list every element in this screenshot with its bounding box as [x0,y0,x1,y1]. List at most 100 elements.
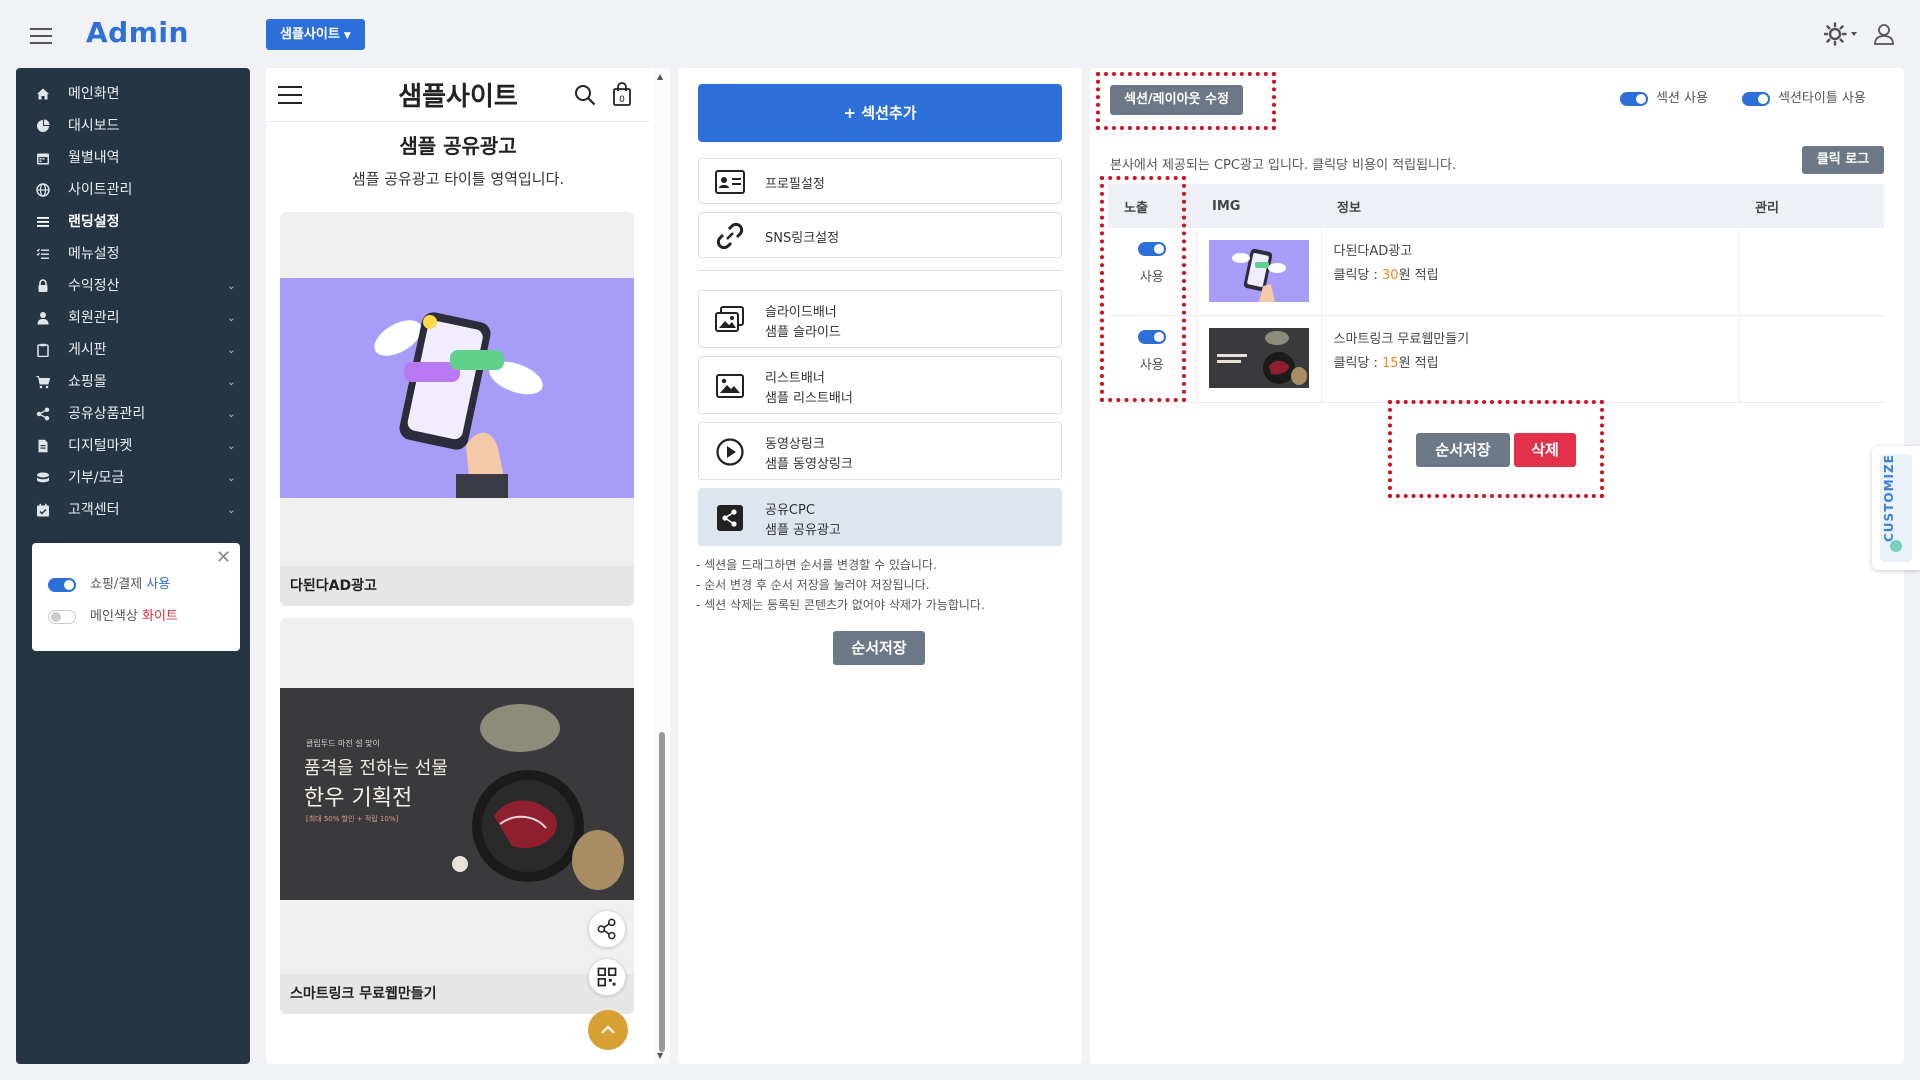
customize-dot-icon [1890,540,1902,552]
section-edit-panel: 섹션/레이아웃 수정 섹션 사용 섹션타이틀 사용 본사에서 제공되는 CPC광… [1090,68,1904,1064]
section-note: - 순서 변경 후 순서 저장을 눌러야 저장됩니다. [696,578,930,592]
settings-card: ✕ 쇼핑/결제 사용 메인색상 화이트 [32,543,240,651]
sidebar-item-revenue[interactable]: 수익정산 ⌄ [16,270,250,302]
section-item-shared-cpc[interactable]: 공유CPC 샘플 공유광고 [698,488,1062,546]
section-item-video-link[interactable]: 동영상링크 샘플 동영상링크 [698,422,1062,480]
section-use-label: 섹션 사용 [1656,91,1708,106]
section-item-profile[interactable]: 프로필설정 [698,158,1062,204]
preview-section-subtitle: 샘플 공유광고 타이틀 영역입니다. [351,170,565,188]
site-select-label: 샘플사이트 [280,27,340,42]
section-item-sns[interactable]: SNS링크설정 [698,212,1062,258]
highlight-annotation [1100,176,1186,402]
sidebar-item-shared-products[interactable]: 공유상품관리 ⌄ [16,398,250,430]
sidebar-item-board[interactable]: 게시판 ⌄ [16,334,250,366]
section-description: 본사에서 제공되는 CPC광고 입니다. 클릭당 비용이 적립됩니다. [1110,158,1457,173]
sidebar-item-digital-market[interactable]: 디지털마켓 ⌄ [16,430,250,462]
preview-header: 샘플사이트 0 [266,68,650,122]
section-item-title: 슬라이드배너 [765,305,837,320]
section-order-save-button[interactable]: 순서저장 [833,631,925,665]
close-icon[interactable]: ✕ [216,547,231,568]
image-icon [716,374,744,398]
shopping-payment-label: 쇼핑/결제 [90,577,147,592]
table-row[interactable]: 사용 다된다AD광고 클릭당 : 30원 적립 [1108,228,1884,316]
ad-card-label: 스마트링크 무료웹만들기 [280,974,634,1014]
sidebar-item-dashboard[interactable]: 대시보드 [16,110,250,142]
sidebar-item-members[interactable]: 회원관리 ⌄ [16,302,250,334]
preview-ad-card[interactable]: 클립투드 마전 설 맞이 품격을 전하는 선물 한우 기획전 [최대 50% 할… [280,618,634,1014]
click-log-button[interactable]: 클릭 로그 [1802,146,1884,174]
shopping-bag-icon[interactable]: 0 [612,82,632,106]
mobile-preview-panel: 샘플사이트 0 샘플 공유광고 샘플 공유광고 타이틀 영역입니다. 다된다AD… [266,68,670,1064]
section-item-subtitle: 샘플 공유광고 [765,523,841,538]
sidebar-item-landing[interactable]: 랜딩설정 [16,206,250,238]
section-item-slide-banner[interactable]: 슬라이드배너 샘플 슬라이드 [698,290,1062,348]
ad-reward: 클릭당 : 15원 적립 [1334,352,1727,376]
sidebar-item-monthly[interactable]: 월별내역 [16,142,250,174]
section-item-title: 동영상링크 [765,437,825,452]
main-color-toggle[interactable] [48,609,76,624]
ad-image-phone-illustration [280,278,634,498]
app-logo[interactable]: Admin [86,16,189,49]
chevron-down-icon: ⌄ [226,471,236,484]
cart-icon [36,376,50,389]
section-use-toggle[interactable] [1620,91,1648,106]
section-notes: - 섹션을 드래그하면 순서를 변경할 수 있습니다. - 순서 변경 후 순서… [696,555,985,615]
section-item-subtitle: 샘플 동영상링크 [765,457,853,472]
sidebar-item-label: 쇼핑몰 [68,374,107,390]
person-icon [37,312,49,325]
sidebar-item-label: 월별내역 [68,150,120,166]
section-item-list-banner[interactable]: 리스트배너 샘플 리스트배너 [698,356,1062,414]
sidebar-item-label: 공유상품관리 [68,406,146,422]
calendar-check-icon [37,503,49,517]
sidebar-item-label: 디지털마켓 [68,438,133,454]
top-bar: Admin 샘플사이트 ▼ [0,0,1920,66]
theme-sun-icon[interactable] [1824,22,1862,46]
reward-prefix: 클릭당 : [1333,268,1383,283]
sidebar-item-support[interactable]: 고객센터 ⌄ [16,494,250,526]
scroll-down-arrow-icon[interactable]: ▼ [657,1051,663,1060]
ad-title: 다된다AD광고 [1333,244,1413,259]
section-note: - 섹션 삭제는 등록된 콘텐츠가 없어야 삭제가 가능합니다. [696,598,985,612]
images-icon [715,306,744,332]
preview-scrollbar[interactable]: ▲ ▼ [654,68,670,1064]
manage-cell [1739,228,1884,316]
section-use-switch[interactable]: 섹션 사용 [1620,90,1708,108]
sidebar-item-label: 고객센터 [68,502,120,518]
table-row[interactable]: 사용 스마트링크 무료웹만들기 클릭당 : 15원 적립 [1108,315,1884,403]
qr-code-button[interactable] [588,958,626,996]
profile-card-icon [715,170,745,194]
section-title-use-switch[interactable]: 섹션타이틀 사용 [1742,90,1866,108]
share-button[interactable] [588,910,626,948]
sidebar-item-shop[interactable]: 쇼핑몰 ⌄ [16,366,250,398]
sidebar-item-label: 사이트관리 [68,182,133,198]
sidebar-item-label: 게시판 [68,342,107,358]
chevron-down-icon: ⌄ [226,343,236,356]
shopping-payment-toggle[interactable] [48,577,76,592]
scrollbar-thumb[interactable] [659,732,665,1052]
reward-amount: 30 [1382,268,1399,283]
list-check-icon [36,248,49,259]
preview-ad-card[interactable]: 다된다AD광고 [280,212,634,606]
pie-chart-icon [37,119,50,132]
coins-icon [37,472,49,483]
sidebar-item-menu[interactable]: 메뉴설정 [16,238,250,270]
add-section-button[interactable]: + 섹션추가 [698,84,1062,142]
clipboard-icon [37,343,49,357]
section-title-use-toggle[interactable] [1742,91,1770,106]
main-color-row: 메인색상 화이트 [48,607,178,627]
hamburger-icon[interactable] [30,28,52,44]
search-icon[interactable] [574,84,596,106]
sidebar-menu: 메인화면 대시보드 월별내역 사이트관리 랜딩설정 메뉴설정 수익정산 ⌄ 회원… [16,78,250,526]
sidebar-item-donation[interactable]: 기부/모금 ⌄ [16,462,250,494]
section-item-title: 프로필설정 [765,177,825,192]
sidebar-item-site[interactable]: 사이트관리 [16,174,250,206]
ad-thumbnail-phone [1208,240,1309,302]
sidebar-item-main[interactable]: 메인화면 [16,78,250,110]
user-icon[interactable] [1872,22,1896,46]
site-select-dropdown[interactable]: 샘플사이트 ▼ [266,19,365,50]
customize-tab[interactable]: CUSTOMIZE [1872,446,1920,570]
svg-text:0: 0 [619,95,625,105]
col-header-img: IMG [1196,184,1321,228]
scroll-top-button[interactable] [588,1010,628,1050]
scroll-up-arrow-icon[interactable]: ▲ [657,72,663,81]
